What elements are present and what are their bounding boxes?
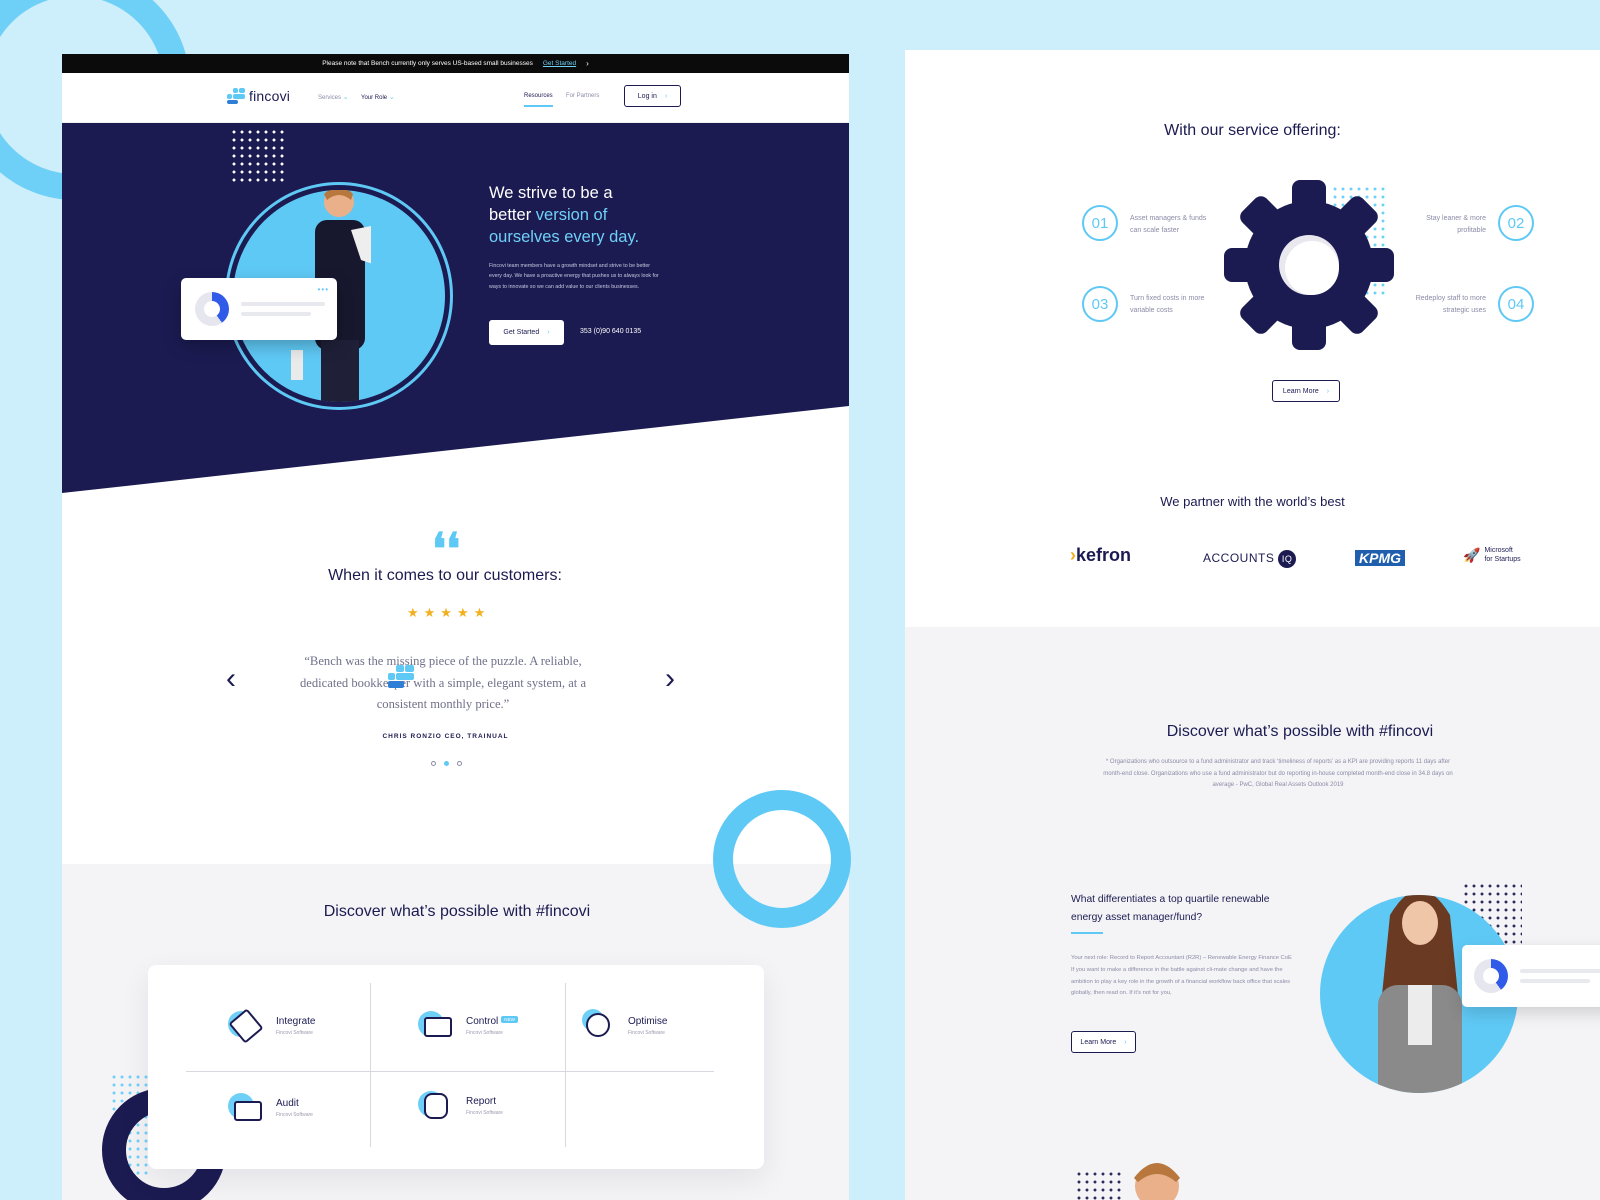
card-line [1520, 969, 1600, 973]
person-illustration [1134, 1163, 1180, 1200]
hero-cta-label: Get Started [503, 329, 540, 336]
learn-more-button[interactable]: Learn More › [1272, 380, 1340, 402]
partner-logo-microsoft-startups: 🚀 Microsoft for Startups [1463, 546, 1521, 563]
testimonial-quote: “Bench was the missing piece of the puzz… [299, 654, 587, 711]
job-stats-card [1462, 945, 1600, 1007]
feature-audit[interactable]: Audit Fincovi Software [226, 1089, 313, 1127]
learn-more-label: Learn More [1080, 1038, 1117, 1046]
more-icon: ••• [317, 285, 329, 294]
carousel-next-button[interactable]: › [665, 664, 685, 695]
learn-more-label: Learn More [1282, 387, 1319, 395]
job-title: What differentiates a top quartile renew… [1071, 894, 1270, 923]
feature-report[interactable]: Report Fincovi Software [416, 1087, 503, 1125]
folder-icon [416, 1007, 454, 1045]
partner-logo-kpmg: KPMG [1355, 550, 1405, 566]
hero-title: We strive to be a better version of ours… [489, 184, 640, 246]
offering-text: Asset managers & funds can scale faster [1130, 215, 1207, 234]
discover-heading-right: Discover what’s possible with #fincovi [1166, 723, 1434, 740]
features-card: Integrate Fincovi Software Control NEW Finc… [148, 965, 764, 1169]
carousel-dot-active[interactable] [444, 761, 449, 766]
hero-stats-card: ••• [181, 278, 337, 340]
offering-text: Turn fixed costs in more variable costs [1130, 295, 1205, 314]
testimonial-author: CHRIS RONZIO CEO, TRAINUAL [382, 733, 509, 740]
card-line [241, 312, 311, 316]
rocket-icon: 🚀 [1463, 546, 1481, 563]
envelope-icon [226, 1089, 264, 1127]
chevron-right-icon: › [586, 59, 589, 68]
chevron-right-icon: › [1124, 1038, 1127, 1046]
chevron-right-icon: › [1326, 387, 1330, 395]
job-learn-more-button[interactable]: Learn More › [1071, 1031, 1136, 1053]
carousel-prev-button[interactable]: ‹ [226, 664, 246, 695]
discover-heading: Discover what’s possible with #fincovi [323, 903, 591, 920]
donut-chart-icon [195, 292, 229, 326]
chevron-down-icon: ⌄ [388, 94, 395, 101]
service-heading: With our service offering: [1164, 122, 1341, 139]
carousel-dot[interactable] [431, 761, 436, 766]
job-description: Your next role: Record to Report Account… [1071, 955, 1292, 997]
logo-mark-icon [227, 88, 245, 104]
logo-text: fincovi [249, 88, 291, 104]
new-badge: NEW [501, 1016, 518, 1023]
feature-integrate[interactable]: Integrate Fincovi Software [226, 1007, 315, 1045]
decorative-dots [1075, 1170, 1125, 1200]
nav-your-role-dropdown[interactable]: Your Role ⌄ [361, 93, 395, 101]
rating-stars-icon: ★★★★★ [407, 605, 491, 620]
hero-phone-number[interactable]: 353 (0)90 640 0135 [580, 328, 641, 335]
nav-resources-link[interactable]: Resources [524, 93, 553, 107]
partner-logo-accountsiq: ACCOUNTS IQ [1203, 550, 1297, 568]
offering-number-badge: 01 [1082, 205, 1118, 241]
login-label: Log in [637, 92, 657, 100]
gear-stack-icon [578, 1007, 616, 1045]
offering-text: Redeploy staff to more strategic uses [1415, 295, 1486, 314]
chevron-right-icon: › [547, 329, 550, 336]
gear-icon [1224, 180, 1394, 350]
offering-number-badge: 03 [1082, 286, 1118, 322]
nav-your-role-label: Your Role [361, 95, 388, 101]
notice-get-started-link[interactable]: Get Started [543, 60, 576, 67]
integrate-icon [226, 1007, 264, 1045]
card-line [1520, 979, 1590, 983]
discover-footnote: * Organizations who outsource to a fund … [1103, 759, 1453, 788]
offering-text: Stay leaner & more profitable [1426, 215, 1486, 234]
carousel-pagination [431, 761, 462, 766]
logo[interactable]: fincovi [227, 88, 290, 104]
feature-control[interactable]: Control NEW Fincovi Software [416, 1007, 518, 1045]
hero-description: Fincovi team members have a growth minds… [489, 263, 659, 290]
quote-icon: ❛❛ [432, 525, 461, 574]
donut-chart-icon [1474, 959, 1508, 993]
nav-for-partners-link[interactable]: For Partners [566, 93, 599, 99]
chevron-right-icon: › [664, 92, 668, 100]
carousel-dot[interactable] [457, 761, 462, 766]
divider [1071, 932, 1103, 934]
chevron-down-icon: ⌄ [342, 94, 349, 101]
login-button[interactable]: Log in › [624, 85, 681, 107]
navbar: fincovi Services ⌄ Your Role ⌄ Resources… [62, 73, 849, 123]
testimonial-heading: When it comes to our customers: [328, 567, 562, 584]
hero-get-started-button[interactable]: Get Started › [489, 320, 564, 345]
decorative-ring [713, 790, 851, 928]
scroll-feather-icon [416, 1087, 454, 1125]
decorative-dots [230, 128, 284, 184]
feature-optimise[interactable]: Optimise Fincovi Software [578, 1007, 667, 1045]
partner-logo-kefron: ›kefron [1070, 545, 1132, 565]
partners-heading: We partner with the world’s best [1160, 494, 1345, 509]
nav-services-label: Services [318, 95, 342, 101]
notice-bar: Please note that Bench currently only se… [62, 54, 849, 73]
person-illustration [1378, 895, 1462, 1093]
offering-number-badge: 04 [1498, 286, 1534, 322]
notice-text: Please note that Bench currently only se… [322, 60, 533, 67]
offering-number-badge: 02 [1498, 205, 1534, 241]
card-line [241, 302, 325, 306]
nav-services-dropdown[interactable]: Services ⌄ [318, 93, 349, 101]
fincovi-mark-icon [388, 665, 414, 689]
